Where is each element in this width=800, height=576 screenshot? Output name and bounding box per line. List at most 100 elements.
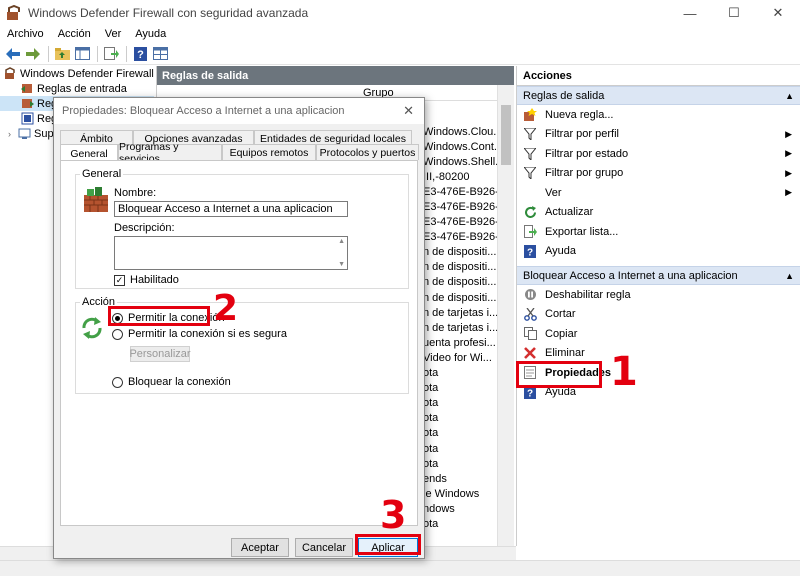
action-view[interactable]: Ver ▶ <box>517 183 800 203</box>
filter-icon <box>523 147 537 161</box>
outbound-rules-icon <box>22 99 34 108</box>
action-export-list[interactable]: Exportar lista... <box>517 222 800 242</box>
group-cell: E3-476E-B926-... <box>423 185 497 198</box>
description-field[interactable]: ▲ ▼ <box>114 236 348 270</box>
action-filter-group[interactable]: Filtrar por grupo ▶ <box>517 164 800 184</box>
status-bar <box>0 560 800 576</box>
description-label: Descripción: <box>114 222 175 234</box>
submenu-arrow-icon: ▶ <box>785 148 792 159</box>
tree-root[interactable]: Windows Defender Firewall con <box>0 66 154 81</box>
menu-ver[interactable]: Ver <box>98 28 129 40</box>
action-properties[interactable]: Propiedades <box>517 363 800 383</box>
action-refresh[interactable]: Actualizar <box>517 203 800 223</box>
scroll-up-icon[interactable]: ▲ <box>338 238 345 245</box>
menu-accion[interactable]: Acción <box>51 28 98 40</box>
scroll-down-icon[interactable]: ▼ <box>338 261 345 268</box>
group-cell: Windows.Shell... <box>423 155 497 168</box>
export-button[interactable] <box>102 45 120 63</box>
group-cell: ota <box>423 412 439 425</box>
action-help[interactable]: ? Ayuda <box>517 242 800 262</box>
group-cell: Windows.Clou... <box>423 125 497 138</box>
tree-item-inbound-rules[interactable]: Reglas de entrada <box>0 81 154 96</box>
vertical-scrollbar[interactable] <box>497 85 514 546</box>
radio-label: Permitir la conexión <box>128 312 225 324</box>
copy-icon <box>523 327 537 341</box>
group-cell: Video for Wi... <box>423 351 492 364</box>
action-copy[interactable]: Copiar <box>517 324 800 344</box>
customize-button[interactable]: Personalizar <box>129 346 191 362</box>
group-cell: n de dispositi... <box>423 291 497 304</box>
radio-allow-connection[interactable]: Permitir la conexión <box>112 312 225 324</box>
action-label: Cortar <box>545 308 576 321</box>
action-label: Filtrar por grupo <box>545 167 624 180</box>
firewall-icon <box>7 5 20 20</box>
window-grid-icon <box>152 47 168 60</box>
radio-dot[interactable] <box>112 328 123 340</box>
close-button[interactable]: ✕ <box>756 0 800 26</box>
cancel-button[interactable]: Cancelar <box>295 538 353 557</box>
dialog-title-bar: Propiedades: Bloquear Acceso a Internet … <box>54 98 424 124</box>
name-label: Nombre: <box>114 187 157 199</box>
collapse-arrow-icon[interactable]: ▲ <box>785 91 794 101</box>
group-cell: ota <box>423 442 439 455</box>
help-button[interactable]: ? <box>131 45 149 63</box>
tab-protocolos-puertos[interactable]: Protocolos y puertos <box>316 144 419 160</box>
name-field[interactable]: Bloquear Acceso a Internet a una aplicac… <box>114 201 348 217</box>
tab-equipos-remotos[interactable]: Equipos remotos <box>222 144 316 160</box>
actions-section-rule[interactable]: Bloquear Acceso a Internet a una aplicac… <box>517 266 800 285</box>
radio-allow-secure[interactable]: Permitir la conexión si es segura <box>112 328 287 340</box>
group-cell: ota <box>423 457 439 470</box>
step-number-2: 2 <box>213 288 239 329</box>
panel-header: Reglas de salida <box>157 66 514 85</box>
action-new-rule[interactable]: Nueva regla... <box>517 105 800 125</box>
menu-ayuda[interactable]: Ayuda <box>128 28 173 40</box>
forward-button[interactable] <box>24 45 42 63</box>
action-group: Acción Permitir la conexión Permitir la … <box>75 296 409 394</box>
action-filter-state[interactable]: Filtrar por estado ▶ <box>517 144 800 164</box>
scroll-thumb[interactable] <box>501 105 511 165</box>
radio-dot[interactable] <box>112 312 123 324</box>
radio-label: Permitir la conexión si es segura <box>128 328 287 340</box>
maximize-button[interactable]: ☐ <box>712 0 756 26</box>
properties-icon <box>523 366 537 380</box>
minimize-button[interactable]: — <box>668 0 712 26</box>
ok-button[interactable]: Aceptar <box>231 538 289 557</box>
action-disable-rule[interactable]: Deshabilitar regla <box>517 285 800 305</box>
submenu-arrow-icon: ▶ <box>785 167 792 178</box>
up-folder-button[interactable] <box>53 45 71 63</box>
connection-rules-icon <box>21 112 34 125</box>
properties-view-button[interactable] <box>151 45 169 63</box>
group-cell: Windows.Cont... <box>423 140 497 153</box>
apply-button[interactable]: Aplicar <box>358 538 418 557</box>
action-label: Ayuda <box>545 386 576 399</box>
menu-archivo[interactable]: Archivo <box>0 28 51 40</box>
firewall-icon <box>5 67 15 79</box>
arrow-right-icon <box>26 47 40 60</box>
group-cell: n de dispositi... <box>423 246 497 259</box>
step-number-3: 3 <box>380 493 407 537</box>
action-filter-profile[interactable]: Filtrar por perfil ▶ <box>517 125 800 145</box>
show-hide-tree-button[interactable] <box>73 45 91 63</box>
delete-x-icon <box>523 346 537 360</box>
menu-bar: Archivo Acción Ver Ayuda <box>0 26 800 42</box>
chevron-right-icon[interactable]: › <box>8 129 18 139</box>
monitoring-icon <box>18 128 31 139</box>
action-help-rule[interactable]: ? Ayuda <box>517 383 800 403</box>
back-button[interactable] <box>4 45 22 63</box>
group-cell: n de dispositi... <box>423 276 497 289</box>
arrow-left-icon <box>6 47 20 60</box>
dialog-title: Propiedades: Bloquear Acceso a Internet … <box>62 105 345 117</box>
radio-block-connection[interactable]: Bloquear la conexión <box>112 376 231 388</box>
radio-dot[interactable] <box>112 376 123 388</box>
action-cut[interactable]: Cortar <box>517 305 800 325</box>
actions-section-outbound[interactable]: Reglas de salida ▲ <box>517 86 800 105</box>
enabled-checkbox[interactable]: ✓ <box>114 274 125 286</box>
dialog-close-button[interactable]: ✕ <box>403 103 414 119</box>
new-rule-icon <box>523 107 537 122</box>
submenu-arrow-icon: ▶ <box>785 128 792 139</box>
collapse-arrow-icon[interactable]: ▲ <box>785 271 794 281</box>
action-delete[interactable]: Eliminar <box>517 344 800 364</box>
action-label: Ayuda <box>545 245 576 258</box>
tab-programas-servicios[interactable]: Programas y servicios <box>118 141 222 165</box>
enabled-checkbox-row[interactable]: ✓ Habilitado <box>114 274 179 286</box>
